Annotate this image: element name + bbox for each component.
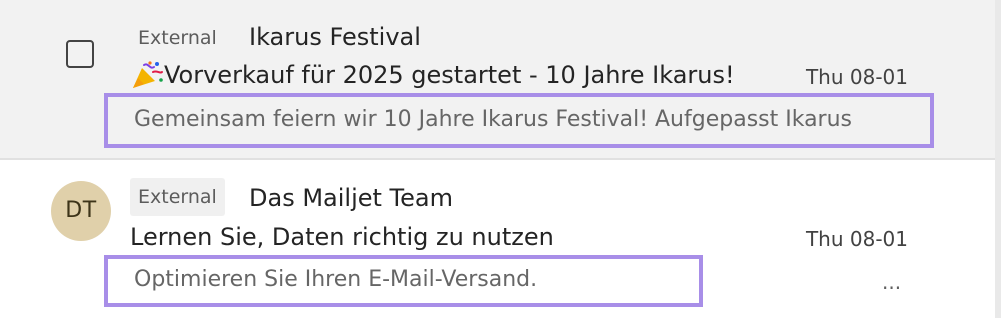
received-date: Thu 08-01 bbox=[805, 227, 908, 251]
avatar: DT bbox=[51, 181, 111, 241]
preview-highlight: Gemeinsam feiern wir 10 Jahre Ikarus Fes… bbox=[104, 93, 934, 148]
preview-highlight: Optimieren Sie Ihren E-Mail-Versand. bbox=[104, 255, 703, 307]
message-list-item[interactable]: DT External Das Mailjet Team Lernen Sie,… bbox=[0, 160, 995, 318]
message-list: External Ikarus Festival Vorverkauf für … bbox=[0, 0, 1001, 318]
list-scroll-edge bbox=[995, 0, 1001, 318]
received-date: Thu 08-01 bbox=[805, 65, 908, 89]
subject-line: Lernen Sie, Daten richtig zu nutzen bbox=[130, 223, 554, 251]
subject-text: Vorverkauf für 2025 gestartet - 10 Jahre… bbox=[164, 61, 735, 89]
sender-name: Das Mailjet Team bbox=[249, 184, 453, 212]
select-checkbox[interactable] bbox=[66, 40, 94, 68]
external-tag: External bbox=[138, 27, 217, 49]
sender-name: Ikarus Festival bbox=[249, 23, 421, 51]
more-indicator: ... bbox=[882, 270, 902, 294]
external-tag: External bbox=[130, 178, 225, 216]
message-preview: Gemeinsam feiern wir 10 Jahre Ikarus Fes… bbox=[134, 107, 853, 132]
subject-line: Vorverkauf für 2025 gestartet - 10 Jahre… bbox=[130, 60, 770, 90]
message-preview: Optimieren Sie Ihren E-Mail-Versand. bbox=[134, 267, 538, 292]
party-popper-icon-graphic bbox=[133, 61, 163, 88]
party-popper-icon bbox=[130, 60, 164, 90]
message-list-item[interactable]: External Ikarus Festival Vorverkauf für … bbox=[0, 0, 995, 160]
